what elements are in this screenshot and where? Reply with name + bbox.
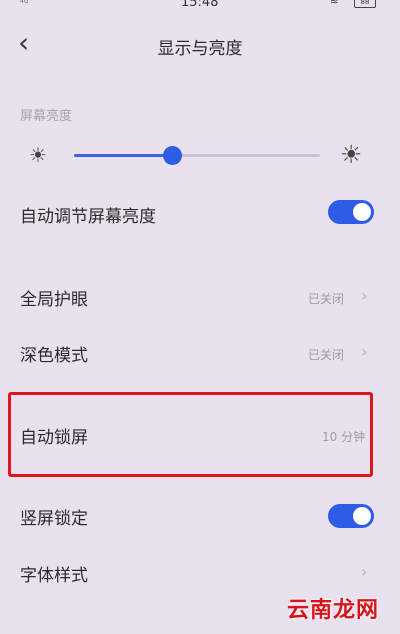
- brightness-section-label: 屏幕亮度: [20, 109, 73, 124]
- watermark: 云南龙网: [287, 598, 380, 623]
- global-eye-care-row[interactable]: 全局护眼 已关闭 ›: [0, 280, 400, 316]
- auto-brightness-row[interactable]: 自动调节屏幕亮度: [0, 196, 400, 232]
- brightness-slider[interactable]: [74, 146, 320, 165]
- portrait-lock-label: 竖屏锁定: [20, 509, 88, 529]
- chevron-right-icon: ›: [361, 562, 368, 581]
- highlight-box: [8, 392, 373, 477]
- chevron-right-icon: ›: [361, 286, 368, 305]
- toggle-knob: [353, 203, 371, 221]
- chevron-right-icon: ›: [361, 342, 368, 361]
- global-eye-care-label: 全局护眼: [20, 290, 88, 310]
- brightness-slider-fill: [74, 154, 173, 157]
- status-bar: 4G 15:48 ≋ 88: [0, 0, 400, 12]
- font-style-label: 字体样式: [20, 566, 88, 586]
- battery-icon: 88: [354, 0, 376, 8]
- status-time: 15:48: [181, 0, 219, 10]
- toggle-knob: [353, 507, 371, 525]
- brightness-low-icon: ☀: [29, 143, 47, 167]
- auto-brightness-toggle[interactable]: [328, 200, 374, 224]
- wifi-icon: ≋: [330, 0, 339, 7]
- page-title: 显示与亮度: [157, 39, 243, 59]
- portrait-lock-toggle[interactable]: [328, 504, 374, 528]
- brightness-high-icon: ☀: [340, 140, 363, 169]
- dark-mode-row[interactable]: 深色模式 已关闭 ›: [0, 336, 400, 372]
- brightness-slider-knob[interactable]: [163, 146, 183, 165]
- dark-mode-value: 已关闭: [308, 348, 345, 362]
- network-indicator: 4G: [20, 0, 29, 5]
- dark-mode-label: 深色模式: [20, 346, 88, 366]
- auto-brightness-label: 自动调节屏幕亮度: [20, 207, 156, 227]
- global-eye-care-value: 已关闭: [308, 292, 345, 306]
- portrait-lock-row[interactable]: 竖屏锁定: [0, 498, 400, 534]
- font-style-row[interactable]: 字体样式 ›: [0, 556, 400, 592]
